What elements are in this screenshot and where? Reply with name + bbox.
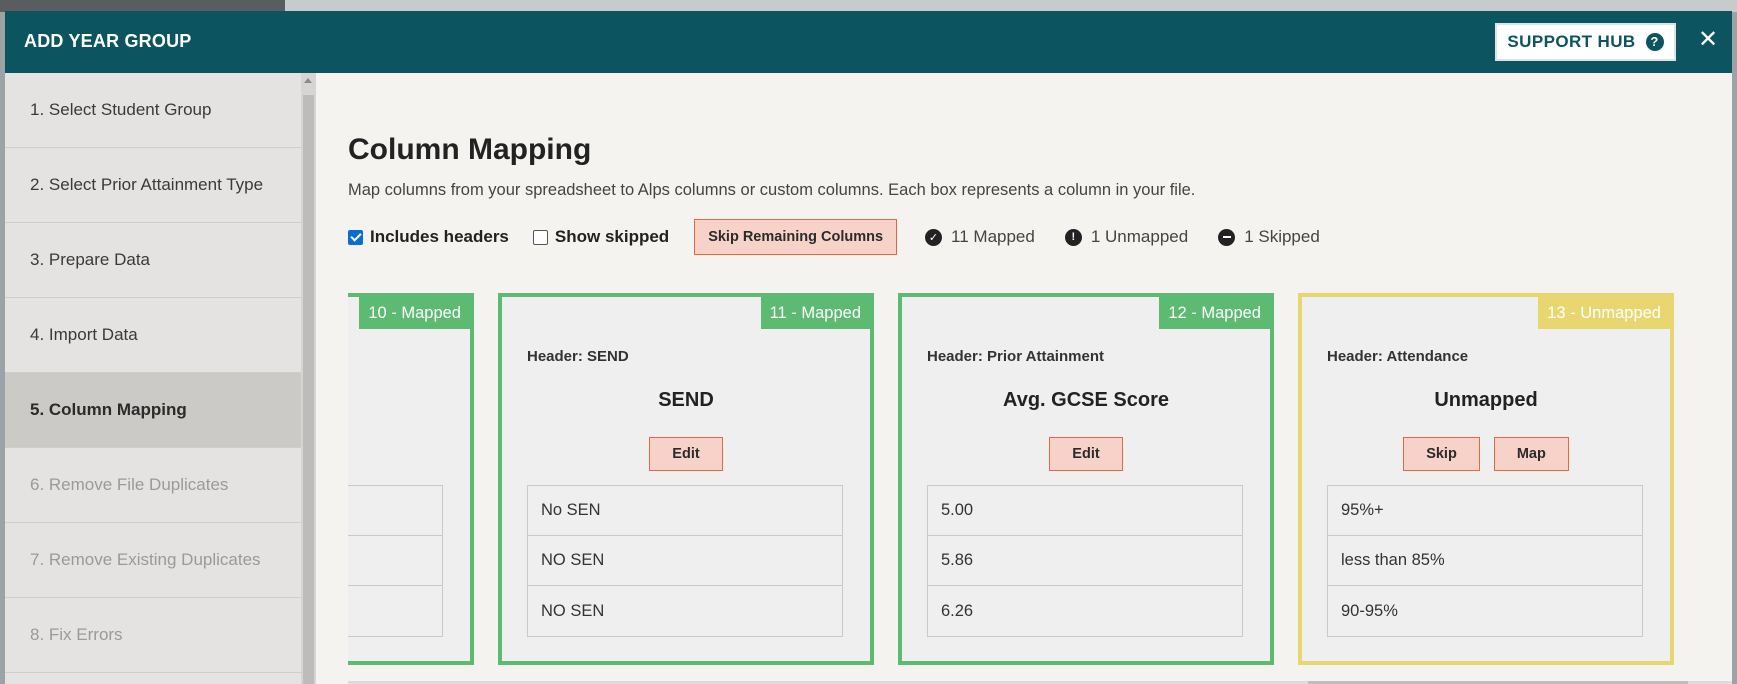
support-hub-button[interactable]: SUPPORT HUB ? — [1495, 23, 1676, 61]
step-fix-errors: 8. Fix Errors — [5, 598, 301, 673]
mapped-count: ✓ 11 Mapped — [925, 227, 1035, 247]
sample-value: less than 85% — [1328, 536, 1642, 586]
column-card-12: 12 - Mapped Header: Prior Attainment Avg… — [898, 293, 1274, 665]
add-year-group-modal: ADD YEAR GROUP SUPPORT HUB ? ✕ 1. Select… — [5, 11, 1732, 684]
sample-value: 5.00 — [928, 486, 1242, 536]
mapped-column-name: Avg. GCSE Score — [1003, 389, 1169, 411]
sample-value: 5.86 — [928, 536, 1242, 586]
sample-value: 95%+ — [1328, 486, 1642, 536]
sample-value — [348, 536, 442, 586]
status-badge: 13 - Unmapped — [1538, 297, 1670, 329]
status-badge: 10 - Mapped — [359, 297, 470, 329]
step-remove-existing-duplicates: 7. Remove Existing Duplicates — [5, 523, 301, 598]
scrollbar-thumb[interactable] — [303, 95, 314, 684]
modal-header: ADD YEAR GROUP SUPPORT HUB ? ✕ — [5, 11, 1732, 73]
show-skipped-checkbox[interactable]: Show skipped — [532, 227, 669, 247]
sample-value — [348, 486, 442, 536]
sample-values: 95%+ less than 85% 90-95% — [1327, 485, 1643, 637]
scroll-up-arrow-icon[interactable] — [304, 78, 312, 83]
edit-button[interactable]: Edit — [1049, 437, 1123, 471]
step-column-mapping[interactable]: 5. Column Mapping — [5, 373, 301, 448]
checkbox-unchecked-icon[interactable] — [532, 229, 548, 245]
map-button[interactable]: Map — [1493, 437, 1569, 471]
main-content: Column Mapping Map columns from your spr… — [316, 73, 1732, 684]
sample-value: No SEN — [528, 486, 842, 536]
sidebar-scrollbar[interactable] — [301, 73, 316, 684]
step-prepare-data[interactable]: 3. Prepare Data — [5, 223, 301, 298]
step-select-prior-attainment-type[interactable]: 2. Select Prior Attainment Type — [5, 148, 301, 223]
sample-value — [348, 586, 442, 636]
sample-value: 90-95% — [1341, 601, 1398, 620]
close-icon[interactable]: ✕ — [1698, 28, 1718, 52]
modal-title: ADD YEAR GROUP — [24, 31, 192, 51]
sample-value: 6.26 — [941, 601, 974, 620]
support-hub-label: SUPPORT HUB — [1507, 32, 1636, 51]
exclamation-circle-icon: ! — [1064, 228, 1082, 246]
skip-button[interactable]: Skip — [1403, 437, 1480, 471]
step-remove-file-duplicates: 6. Remove File Duplicates — [5, 448, 301, 523]
column-cards-carousel[interactable]: 10 - Mapped 11 - Mapped Header: SEND SEN… — [348, 291, 1732, 684]
column-card-13: 13 - Unmapped Header: Attendance Unmappe… — [1298, 293, 1674, 665]
skipped-count: 1 Skipped — [1218, 227, 1320, 247]
question-circle-icon: ? — [1645, 33, 1664, 51]
status-badge: 12 - Mapped — [1159, 297, 1270, 329]
mapped-column-name: SEND — [658, 389, 714, 411]
sample-values — [348, 485, 443, 637]
step-select-student-group[interactable]: 1. Select Student Group — [5, 73, 301, 148]
column-card-11: 11 - Mapped Header: SEND SEND Edit No SE… — [498, 293, 874, 665]
unmapped-count: ! 1 Unmapped — [1064, 227, 1188, 247]
page-title: Column Mapping — [348, 133, 592, 166]
check-circle-icon: ✓ — [925, 228, 943, 246]
page-description: Map columns from your spreadsheet to Alp… — [348, 181, 1196, 199]
skip-remaining-columns-button[interactable]: Skip Remaining Columns — [694, 219, 898, 255]
mapping-toolbar: Includes headers Show skipped Skip Remai… — [348, 219, 1350, 255]
sample-values: 5.00 5.86 6.26 — [927, 485, 1243, 637]
column-header-label: Header: Prior Attainment — [927, 348, 1104, 365]
minus-circle-icon — [1218, 228, 1236, 246]
mapped-column-name: Unmapped — [1434, 389, 1538, 411]
checkbox-checked-icon[interactable] — [348, 229, 363, 245]
column-header-label: Header: Attendance — [1327, 348, 1469, 365]
edit-button[interactable]: Edit — [649, 437, 723, 471]
column-header-label: Header: SEND — [527, 348, 629, 365]
status-badge: 11 - Mapped — [760, 297, 870, 329]
sample-value: NO SEN — [528, 536, 842, 586]
column-card-10: 10 - Mapped — [348, 293, 474, 665]
sample-value: NO SEN — [541, 601, 605, 620]
includes-headers-checkbox[interactable]: Includes headers — [348, 227, 509, 247]
wizard-steps-sidebar: 1. Select Student Group 2. Select Prior … — [5, 73, 301, 684]
sample-values: No SEN NO SEN NO SEN — [527, 485, 843, 637]
step-import-data[interactable]: 4. Import Data — [5, 298, 301, 373]
